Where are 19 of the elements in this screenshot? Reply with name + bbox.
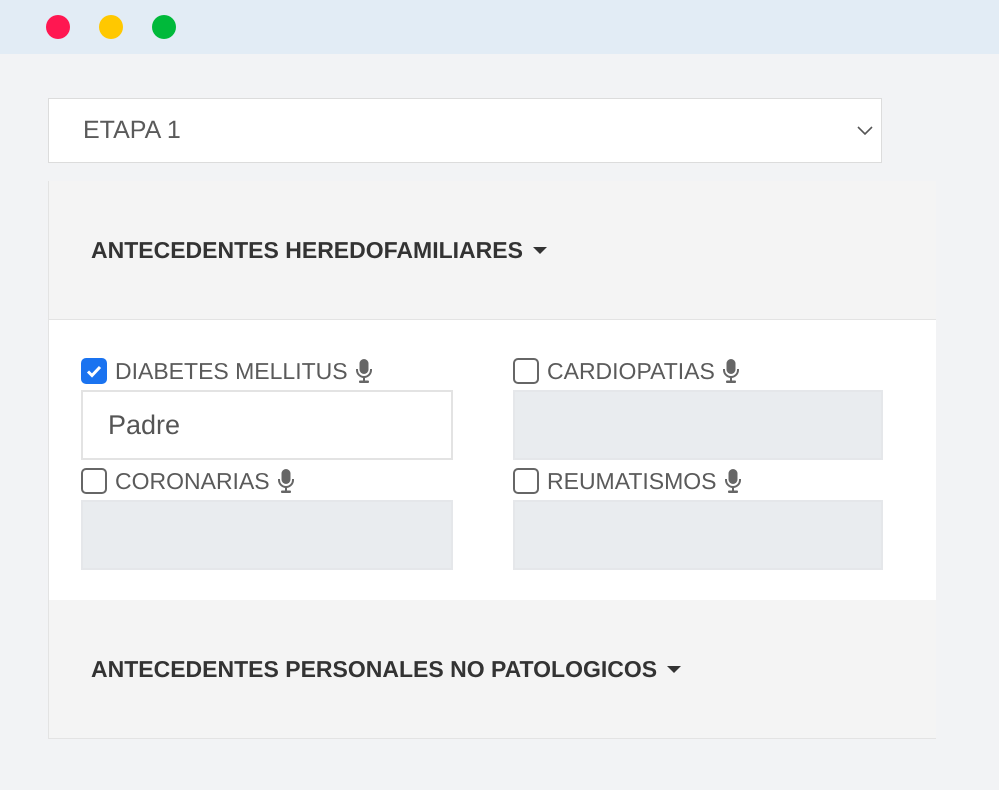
field-label: DIABETES MELLITUS	[115, 356, 348, 386]
window-control-icon[interactable]	[46, 15, 70, 39]
section-toggle[interactable]: ANTECEDENTES HEREDOFAMILIARES	[91, 232, 547, 268]
chevron-down-icon	[857, 126, 873, 135]
checkmark-icon	[86, 364, 102, 378]
field-label: REUMATISMOS	[547, 466, 717, 496]
section-toggle[interactable]: ANTECEDENTES PERSONALES NO PATOLOGICOS	[91, 652, 682, 686]
checkbox[interactable]	[81, 358, 107, 384]
microphone-icon[interactable]	[278, 469, 294, 493]
select-value: ETAPA 1	[83, 114, 181, 146]
caret-down-icon	[532, 246, 547, 254]
field-label: CARDIOPATIAS	[547, 356, 715, 386]
caret-down-icon	[667, 666, 682, 672]
field-label: CORONARIAS	[115, 466, 270, 496]
microphone-icon[interactable]	[722, 359, 739, 383]
microphone-icon[interactable]	[724, 469, 741, 493]
stage-select[interactable]: ETAPA 1	[48, 98, 882, 163]
microphone-icon[interactable]	[356, 359, 372, 383]
text-input[interactable]: Padre	[81, 390, 453, 460]
